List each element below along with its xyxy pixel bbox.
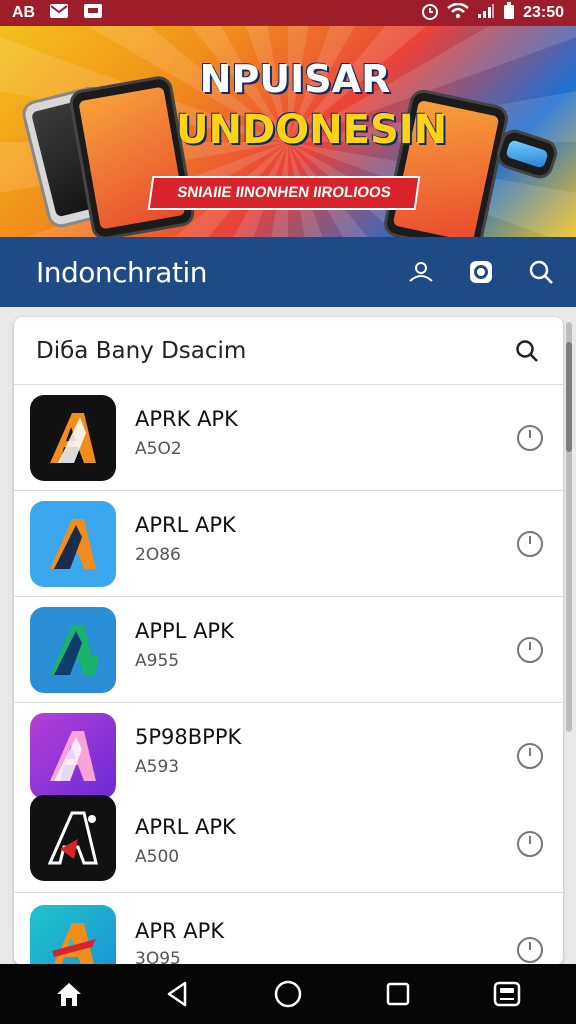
scrollbar[interactable] — [566, 322, 572, 732]
status-bar: AB 23:50 — [0, 0, 576, 26]
gmail-icon — [49, 3, 69, 24]
app-title: Indonchratin — [36, 255, 207, 289]
scroll-thumb[interactable] — [566, 342, 572, 452]
camera-icon[interactable] — [466, 257, 496, 287]
app-code: A500 — [135, 847, 180, 867]
app-code: A593 — [135, 757, 180, 777]
wifi-icon — [447, 2, 469, 24]
app-icon-apk — [30, 501, 116, 587]
app-code: 2O86 — [135, 545, 181, 565]
app-code: A5O2 — [135, 439, 182, 459]
app-icon-apk — [30, 395, 116, 481]
search-bar[interactable]: Diба Bany Dsacim — [14, 317, 563, 385]
battery-icon — [503, 1, 515, 25]
app-name: APRK APK — [135, 407, 238, 431]
message-icon — [83, 3, 103, 24]
app-name: APPL APK — [135, 619, 234, 643]
recents-icon[interactable] — [376, 972, 420, 1016]
app-bar: Indonchratin — [0, 237, 576, 307]
signal-icon — [477, 3, 495, 24]
banner-ribbon: SNIAIIE IINONHEN IIROLIOOS — [147, 176, 421, 210]
app-code: A955 — [135, 651, 180, 671]
list-item[interactable]: APRL APK 2O86 — [14, 491, 563, 597]
search-icon[interactable] — [511, 335, 543, 367]
assistant-icon[interactable] — [485, 972, 529, 1016]
list-item[interactable]: APRL APK A500 — [14, 787, 563, 893]
power-icon[interactable] — [515, 423, 545, 453]
power-icon[interactable] — [515, 829, 545, 859]
app-name: APRL APK — [135, 815, 236, 839]
banner-subtitle: UNDONESIN — [176, 107, 448, 153]
power-icon[interactable] — [515, 529, 545, 559]
power-icon[interactable] — [515, 635, 545, 665]
status-left-text: AB — [12, 4, 36, 21]
list-item[interactable]: APPL APK A955 — [14, 597, 563, 703]
app-name: 5P98BPPK — [135, 725, 242, 749]
app-name: APRL APK — [135, 513, 236, 537]
list-item[interactable]: APR APK 3O95 — [14, 893, 563, 965]
app-icon-apk — [30, 607, 116, 693]
app-list-card: Diба Bany Dsacim APRK APK A5O2 APRL APK … — [14, 317, 563, 965]
user-icon[interactable] — [406, 257, 436, 287]
home-icon[interactable] — [47, 972, 91, 1016]
list-item[interactable]: APRK APK A5O2 — [14, 385, 563, 491]
home-circle-icon[interactable] — [266, 972, 310, 1016]
app-icon-apk — [30, 795, 116, 881]
power-icon[interactable] — [515, 741, 545, 771]
app-code: 3O95 — [135, 949, 181, 965]
back-icon[interactable] — [156, 972, 200, 1016]
search-input[interactable]: Diба Bany Dsacim — [36, 338, 246, 364]
power-icon[interactable] — [515, 935, 545, 965]
alarm-icon — [421, 2, 439, 25]
banner-title: NPUISAR — [199, 57, 391, 101]
app-name: APR APK — [135, 919, 225, 943]
search-icon[interactable] — [526, 257, 556, 287]
app-icon-apk — [30, 905, 116, 965]
navigation-bar — [0, 964, 576, 1024]
status-time: 23:50 — [523, 4, 564, 21]
promo-banner[interactable]: NPUISAR UNDONESIN SNIAIIE IINONHEN IIROL… — [0, 26, 576, 237]
